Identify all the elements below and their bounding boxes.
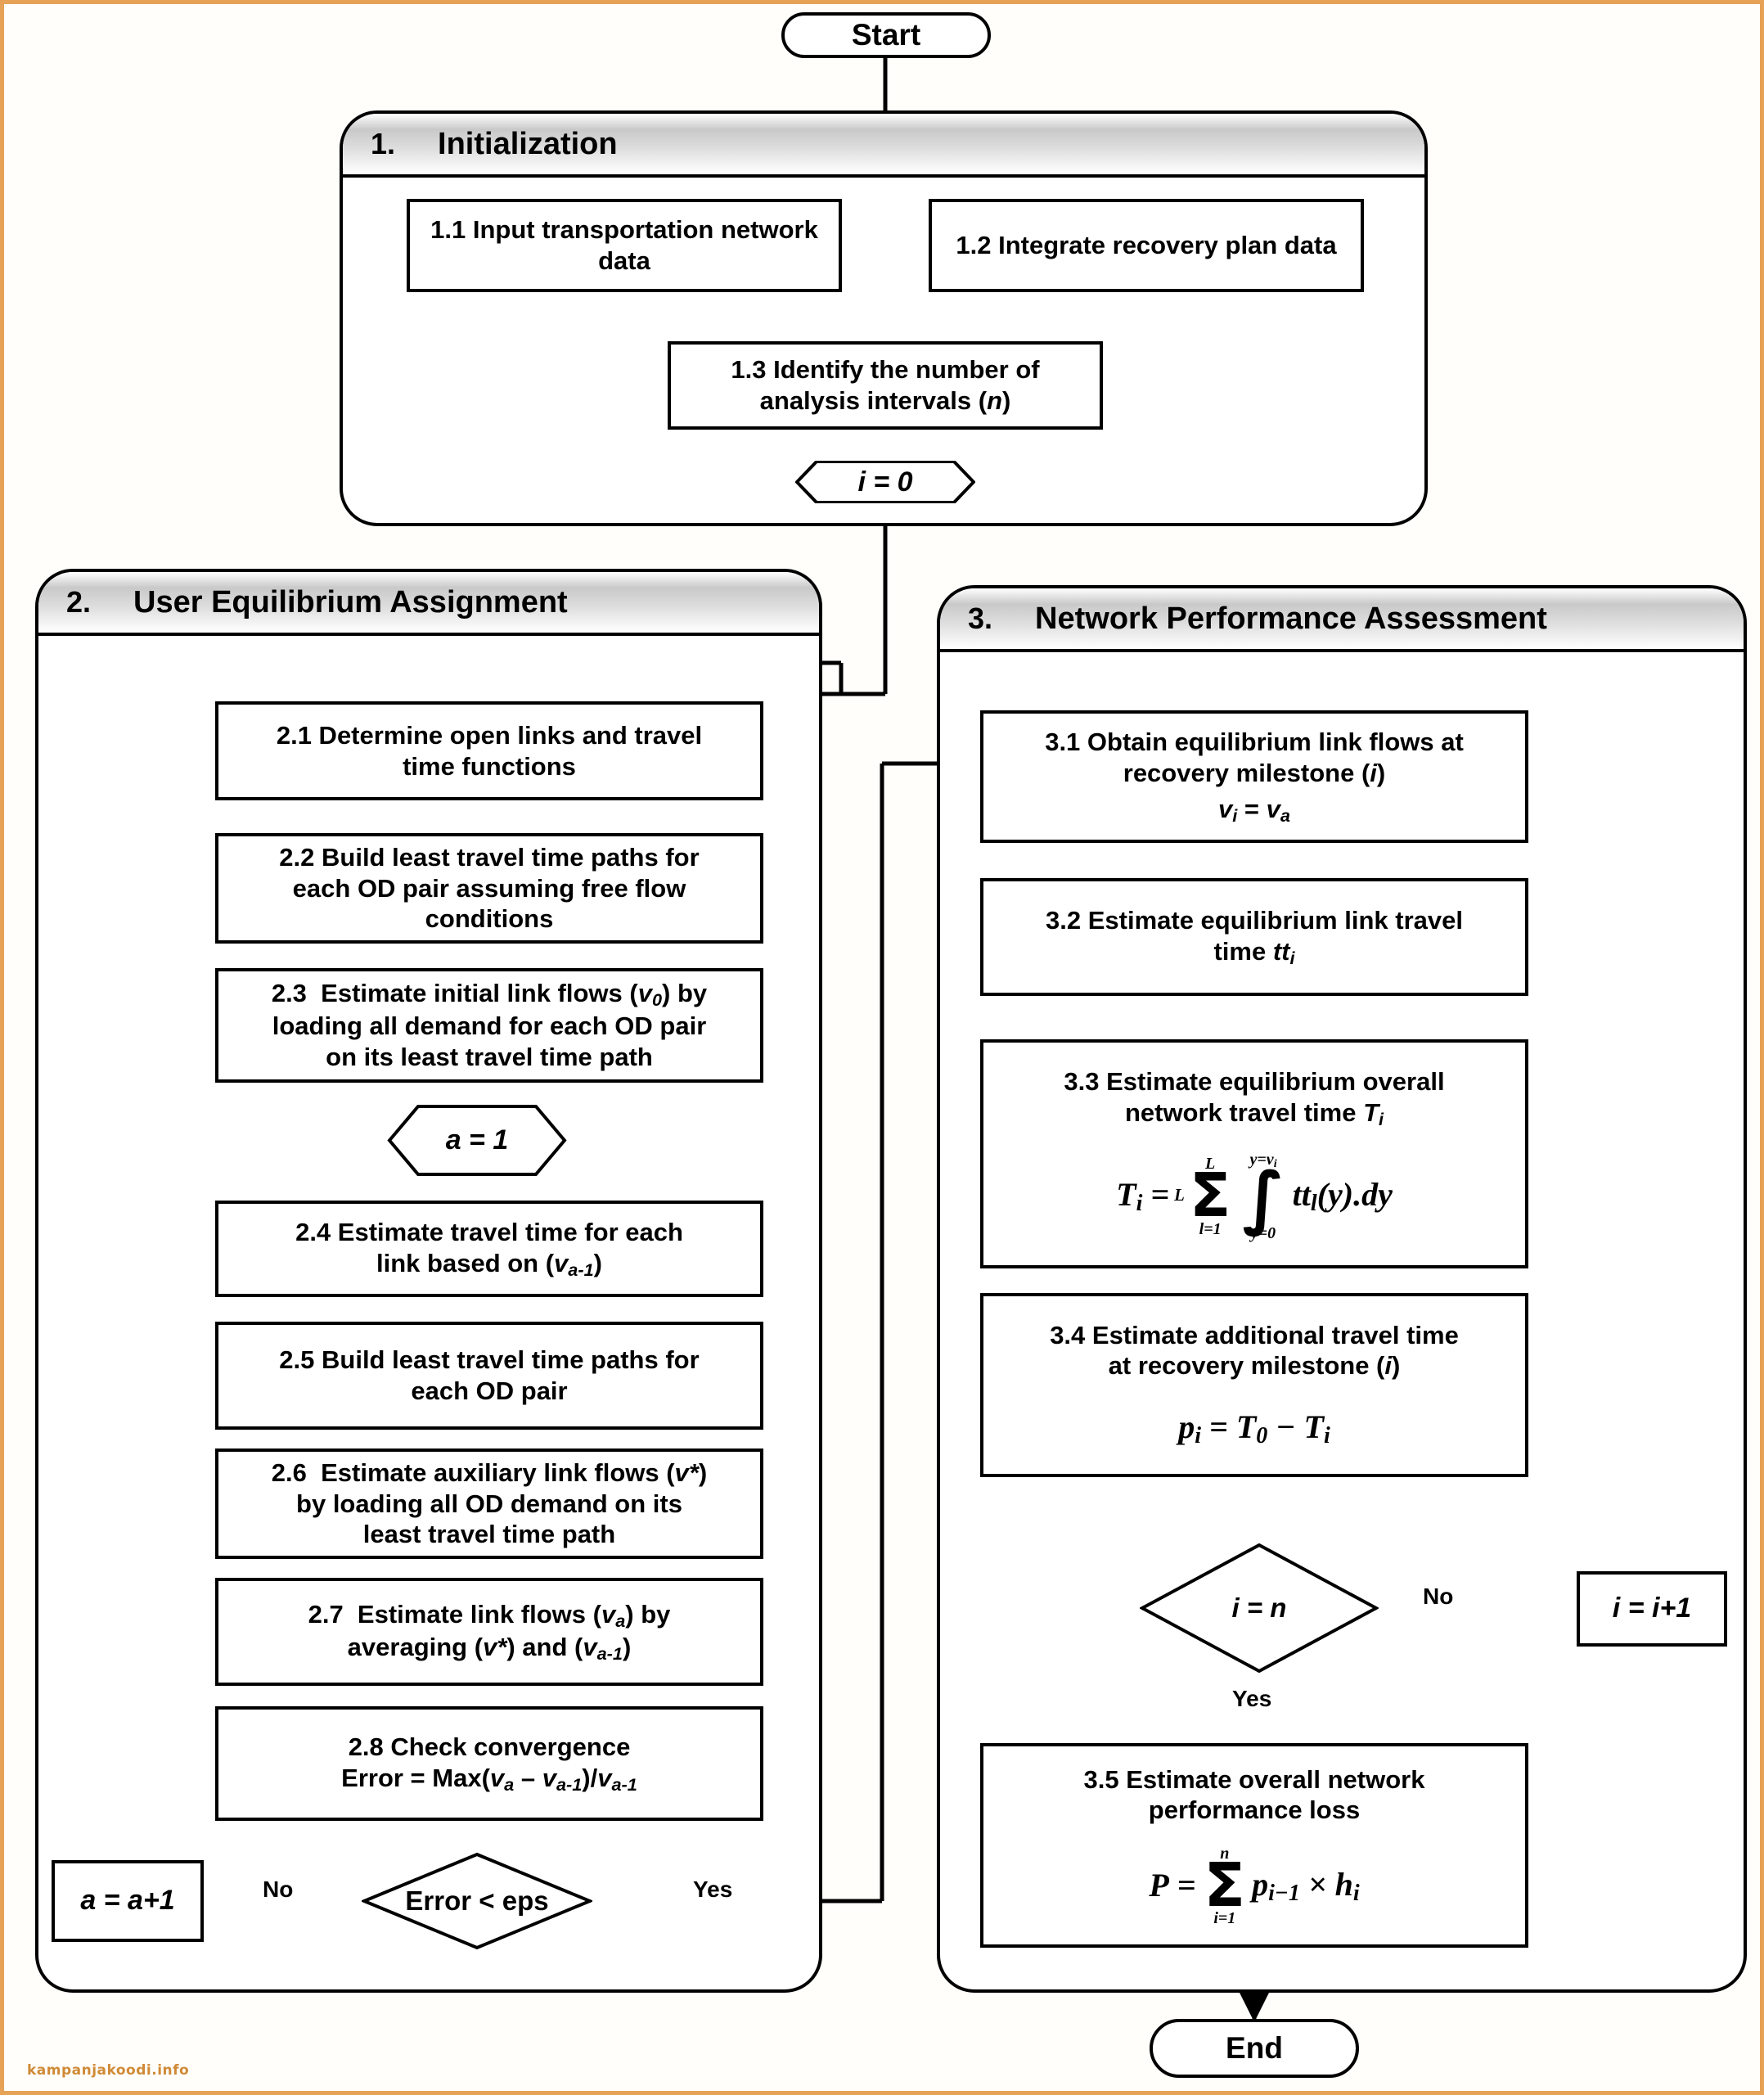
step-3-2-line1: 3.2 Estimate equilibrium link travel [1046,905,1463,935]
step-2-5-line1: 2.5 Build least travel time paths for [279,1345,700,1375]
step-1-3-line1: 1.3 Identify the number of [731,355,1040,385]
decision-i-n-label: i = n [1231,1593,1287,1623]
step-2-6-line1: 2.6 Estimate auxiliary link flows (v*) [271,1457,708,1487]
step-3-1-line2: recovery milestone (i) [1123,758,1386,787]
step-3-4-box: 3.4 Estimate additional travel time at r… [980,1293,1528,1477]
error-yes-label: Yes [690,1876,736,1903]
panel-network-performance-title: Network Performance Assessment [1035,601,1547,636]
step-3-3-box: 3.3 Estimate equilibrium overall network… [980,1039,1528,1268]
step-3-1-line1: 3.1 Obtain equilibrium link flows at [1045,728,1464,757]
step-2-7-line2: averaging (v*) and (va-1) [347,1633,632,1664]
step-3-5-box: 3.5 Estimate overall network performance… [980,1743,1528,1948]
step-1-1-label: 1.1 Input transportation network data [430,215,818,275]
a-init-hexagon: a = 1 [387,1105,567,1176]
step-3-3-line1: 3.3 Estimate equilibrium overall [1064,1066,1445,1096]
i-n-yes-label: Yes [1229,1686,1276,1712]
a-init-label: a = 1 [445,1124,509,1156]
step-2-4-line1: 2.4 Estimate travel time for each [295,1217,683,1246]
step-2-8-line2: Error = Max(va – va-1)/va-1 [341,1763,637,1795]
step-2-4-line2: link based on (va-1) [376,1248,602,1280]
step-2-3-line1: 2.3 Estimate initial link flows (v0) by [271,979,708,1010]
step-2-2-line2: each OD pair assuming free flow [292,873,686,903]
step-3-3-equation: Ti = L L Σ l=1 y=vi ∫ y=0 ttl(y).dy [1116,1150,1393,1243]
step-1-2-box: 1.2 Integrate recovery plan data [929,199,1364,292]
step-2-7-line1: 2.7 Estimate link flows (va) by [308,1599,671,1631]
step-3-5-line1: 3.5 Estimate overall network [1083,1764,1425,1794]
i-init-label: i = 0 [857,466,913,498]
step-3-4-equation: pi = T0 − Ti [1178,1408,1330,1449]
step-3-3-line2: network travel time Ti [1124,1097,1384,1129]
panel-user-equilibrium-header: 2. User Equilibrium Assignment [38,572,819,636]
panel-user-equilibrium-number: 2. [66,585,92,619]
decision-error-label: Error < eps [405,1886,549,1916]
step-2-1-line1: 2.1 Determine open links and travel [276,720,703,750]
step-1-3-box: 1.3 Identify the number of analysis inte… [668,341,1103,430]
panel-network-performance-header: 3. Network Performance Assessment [940,588,1744,652]
step-2-7-box: 2.7 Estimate link flows (va) by averagin… [215,1578,763,1686]
step-1-1-box: 1.1 Input transportation network data [407,199,842,292]
step-1-3-line2: analysis intervals (n) [759,386,1011,415]
step-2-2-line1: 2.2 Build least travel time paths for [279,842,700,872]
step-3-1-equation: vi = va [1218,794,1290,826]
step-2-4-box: 2.4 Estimate travel time for each link b… [215,1201,763,1297]
i-increment-box: i = i+1 [1577,1571,1727,1647]
step-2-5-line2: each OD pair [411,1376,568,1405]
step-2-3-line2: loading all demand for each OD pair [272,1011,707,1041]
step-2-3-box: 2.3 Estimate initial link flows (v0) by … [215,968,763,1083]
flowchart-canvas: Start 1. Initialization 1.1 Input transp… [0,0,1764,2095]
step-3-4-line1: 3.4 Estimate additional travel time [1050,1320,1459,1349]
end-label: End [1226,2031,1283,2066]
step-2-6-line3: least travel time path [362,1520,616,1549]
error-no-label: No [259,1876,297,1903]
decision-error-diamond: Error < eps [362,1852,592,1950]
step-3-1-box: 3.1 Obtain equilibrium link flows at rec… [980,710,1528,843]
step-3-4-line2: at recovery milestone (i) [1108,1351,1401,1381]
step-2-2-box: 2.2 Build least travel time paths for ea… [215,833,763,944]
step-1-2-label: 1.2 Integrate recovery plan data [956,231,1337,260]
start-terminator: Start [781,12,991,58]
panel-initialization-title: Initialization [438,126,618,161]
decision-i-n-diamond: i = n [1140,1543,1379,1674]
step-2-8-line1: 2.8 Check convergence [348,1732,631,1761]
step-2-6-box: 2.6 Estimate auxiliary link flows (v*) b… [215,1448,763,1559]
step-2-3-line3: on its least travel time path [326,1043,653,1072]
step-3-5-equation: P = n Σ i=1 pi−1 × hi [1149,1845,1360,1928]
step-3-2-line2: time tti [1213,936,1295,968]
step-2-2-line3: conditions [425,904,554,934]
i-increment-label: i = i+1 [1612,1593,1692,1624]
watermark: kampanjakoodi.info [27,2062,190,2079]
panel-user-equilibrium-title: User Equilibrium Assignment [133,584,568,619]
panel-initialization-header: 1. Initialization [343,114,1424,178]
i-init-hexagon: i = 0 [795,461,975,503]
a-increment-label: a = a+1 [80,1885,175,1917]
step-2-6-line2: by loading all OD demand on its [296,1489,682,1518]
a-increment-box: a = a+1 [52,1860,204,1942]
end-terminator: End [1150,2019,1359,2078]
i-n-no-label: No [1420,1584,1457,1610]
step-3-5-line2: performance loss [1148,1795,1361,1825]
step-2-1-line2: time functions [403,751,576,781]
panel-network-performance-number: 3. [968,601,993,635]
step-3-2-box: 3.2 Estimate equilibrium link travel tim… [980,878,1528,996]
start-label: Start [851,18,921,52]
panel-initialization-number: 1. [371,127,396,160]
step-2-8-box: 2.8 Check convergence Error = Max(va – v… [215,1706,763,1821]
step-2-5-box: 2.5 Build least travel time paths for ea… [215,1322,763,1430]
step-2-1-box: 2.1 Determine open links and travel time… [215,701,763,800]
